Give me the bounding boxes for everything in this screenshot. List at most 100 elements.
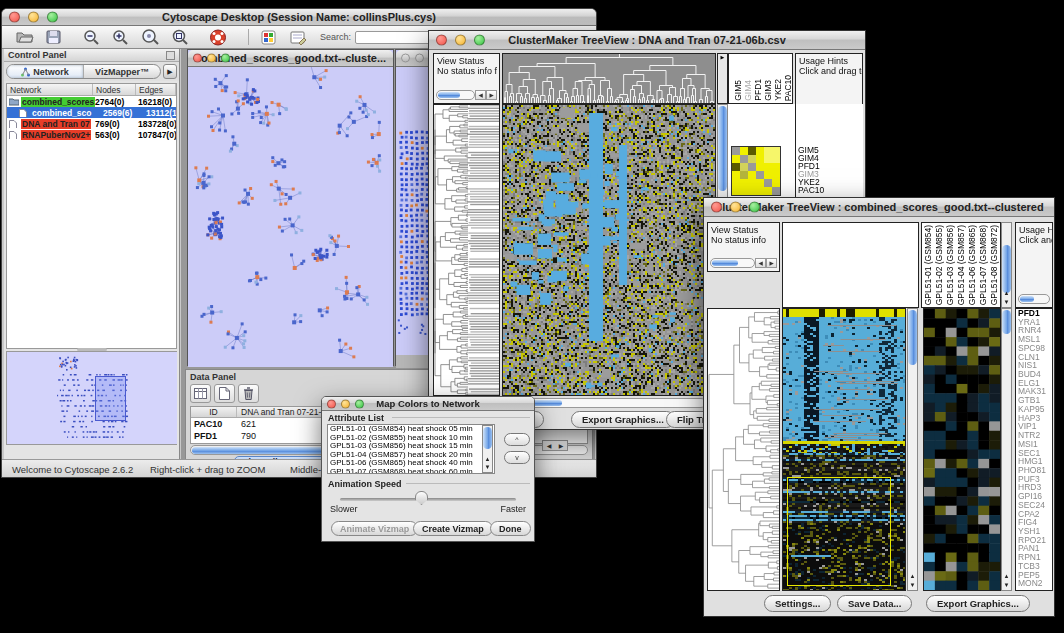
network-view-window[interactable]: combined_scores_good.txt--cluste... xyxy=(187,49,394,366)
save-icon[interactable] xyxy=(46,30,61,44)
scroll-right-icon[interactable]: ▶ xyxy=(486,90,497,100)
move-down-button[interactable]: v xyxy=(504,451,530,464)
tab-network[interactable]: Network xyxy=(7,65,83,78)
attribute-list-item[interactable]: GPL51-07 (GSM868) heat shock 60 min xyxy=(330,468,494,474)
tv2-vscrollbar[interactable]: ▲▼ xyxy=(907,308,918,591)
tv1-status-scrollbar[interactable]: ◀▶ xyxy=(436,89,497,101)
scroll-left-icon[interactable]: ◀ xyxy=(755,258,766,268)
zoom-out-icon[interactable] xyxy=(83,29,100,45)
col-id[interactable]: ID xyxy=(191,407,237,417)
close-button[interactable] xyxy=(436,35,447,46)
column-label[interactable]: GIM3 xyxy=(763,80,773,101)
column-label[interactable]: GPL51-07 (GSM868) xyxy=(978,225,988,305)
col-nodes[interactable]: Nodes xyxy=(93,84,136,95)
dialog-titlebar[interactable]: Map Colors to Network xyxy=(322,397,534,411)
minimize-button[interactable] xyxy=(207,54,216,63)
tv2-labels-scrollbar[interactable]: ▲▼ xyxy=(1001,222,1012,308)
attribute-list[interactable]: GPL51-01 (GSM854) heat shock 05 minGPL51… xyxy=(327,424,495,474)
minimize-button[interactable] xyxy=(28,12,39,23)
tv1-export-graphics-button[interactable]: Export Graphics... xyxy=(571,411,675,428)
gene-label[interactable]: MON2 xyxy=(1018,579,1052,588)
scroll-left-icon[interactable]: ◀ xyxy=(475,90,486,100)
column-label[interactable]: GIM4 xyxy=(743,80,753,101)
column-label[interactable]: GPL51-03 (GSM856) xyxy=(945,225,955,305)
close-button[interactable] xyxy=(711,202,722,213)
tv1-heatmap[interactable] xyxy=(502,104,716,396)
tv2-titlebar[interactable]: ClusterMaker TreeView : combined_scores_… xyxy=(704,198,1054,217)
zoom-in-icon[interactable] xyxy=(112,29,129,45)
col-edges[interactable]: Edges xyxy=(136,84,176,95)
help-lifebuoy-icon[interactable] xyxy=(209,29,227,46)
tv2-save-data-button[interactable]: Save Data... xyxy=(837,595,912,612)
tv2-zoom-scrollbar[interactable]: ▲▼ xyxy=(1001,308,1012,591)
animate-vizmap-button[interactable]: Animate Vizmap xyxy=(331,521,418,536)
network-canvas[interactable] xyxy=(188,67,393,367)
tv1-mini-heatmap[interactable] xyxy=(731,146,781,196)
column-label[interactable]: PFD1 xyxy=(753,79,763,101)
float-panel-icon[interactable] xyxy=(166,51,175,60)
column-label[interactable]: GPL51-01 (GSM854) xyxy=(923,225,933,305)
hscroll-arrows[interactable]: ◀▶ xyxy=(542,440,568,451)
col-network[interactable]: Network xyxy=(7,84,93,95)
minimize-button[interactable] xyxy=(341,399,350,408)
zoom-button[interactable] xyxy=(355,399,364,408)
column-label[interactable]: GPL51-08 (GSM872) xyxy=(989,225,999,305)
delete-attribute-icon[interactable] xyxy=(238,384,259,403)
new-attribute-icon[interactable] xyxy=(214,384,235,403)
tv2-settings-button[interactable]: Settings... xyxy=(764,595,831,612)
table-options-icon[interactable] xyxy=(190,384,211,403)
annotation-icon[interactable] xyxy=(290,30,306,45)
column-label[interactable]: PAC10 xyxy=(783,75,793,101)
search-input[interactable] xyxy=(355,31,433,44)
close-button[interactable] xyxy=(193,54,202,63)
zoom-button[interactable] xyxy=(47,12,58,23)
tab-overflow-button[interactable]: ▶ xyxy=(163,64,177,79)
attribute-list-scrollbar[interactable]: ▲▼ xyxy=(482,425,493,473)
zoom-selected-icon[interactable] xyxy=(141,29,160,45)
tv2-hints-scrollbar[interactable] xyxy=(1018,293,1050,305)
main-titlebar[interactable]: Cytoscape Desktop (Session Name: collins… xyxy=(2,9,596,26)
network-titlebar[interactable]: combined_scores_good.txt--cluste... xyxy=(188,50,393,67)
minimize-button[interactable] xyxy=(730,202,741,213)
column-label[interactable]: GPL51-02 (GSM855) xyxy=(934,225,944,305)
speed-slider-thumb[interactable] xyxy=(415,491,428,505)
minimize-button[interactable] xyxy=(455,35,466,46)
open-icon[interactable] xyxy=(16,30,34,44)
network-view-window-2[interactable] xyxy=(395,49,431,366)
column-label[interactable]: GPL51-06 (GSM865) xyxy=(967,225,977,305)
close-button[interactable] xyxy=(327,399,336,408)
zoom-button[interactable] xyxy=(749,202,760,213)
move-up-button[interactable]: ^ xyxy=(504,433,530,446)
network2-canvas[interactable] xyxy=(396,67,430,368)
create-vizmap-button[interactable]: Create Vizmap xyxy=(413,521,493,536)
tv2-export-graphics-button[interactable]: Export Graphics... xyxy=(926,595,1030,612)
close-button[interactable] xyxy=(9,12,20,23)
tv2-top-dendrogram[interactable] xyxy=(782,222,919,308)
network-row[interactable]: combined_scores2764(0)16218(0) xyxy=(7,96,176,107)
gene-label[interactable]: PAC10 xyxy=(798,186,863,194)
minimize-button[interactable] xyxy=(415,54,424,63)
network2-titlebar[interactable] xyxy=(396,50,430,67)
tv1-hscrollbar[interactable]: ◀▶ xyxy=(502,397,728,409)
tv2-heatmap[interactable] xyxy=(782,308,906,591)
network-overview-panel[interactable] xyxy=(6,351,177,445)
vizmapper-icon[interactable] xyxy=(261,30,276,45)
tv2-row-dendrogram[interactable] xyxy=(707,308,780,591)
close-button[interactable] xyxy=(401,54,410,63)
done-button[interactable]: Done xyxy=(490,521,531,536)
network-row[interactable]: combined_sco2569(6)13112(15) xyxy=(7,107,176,118)
column-label[interactable]: GIM5 xyxy=(733,80,743,101)
column-label[interactable]: YKE2 xyxy=(773,79,783,101)
scroll-right-icon[interactable]: ▶ xyxy=(766,258,777,268)
column-label[interactable]: GPL51-04 (GSM857) xyxy=(956,225,966,305)
tv2-zoom-heatmap[interactable] xyxy=(923,308,1001,591)
zoom-button[interactable] xyxy=(474,35,485,46)
network-row[interactable]: RNAPuberNov2+563(0)107847(0) xyxy=(7,129,176,140)
network-row[interactable]: DNA and Tran 07769(0)183728(0) xyxy=(7,118,176,129)
speed-slider-track[interactable] xyxy=(340,498,516,501)
tv1-row-dendrogram[interactable] xyxy=(433,104,500,396)
tab-vizmapper[interactable]: VizMapper™ xyxy=(83,65,160,78)
zoom-fit-icon[interactable] xyxy=(172,29,189,45)
tv2-status-scrollbar[interactable]: ◀▶ xyxy=(710,257,777,269)
tv1-top-dendrogram[interactable] xyxy=(502,53,716,104)
